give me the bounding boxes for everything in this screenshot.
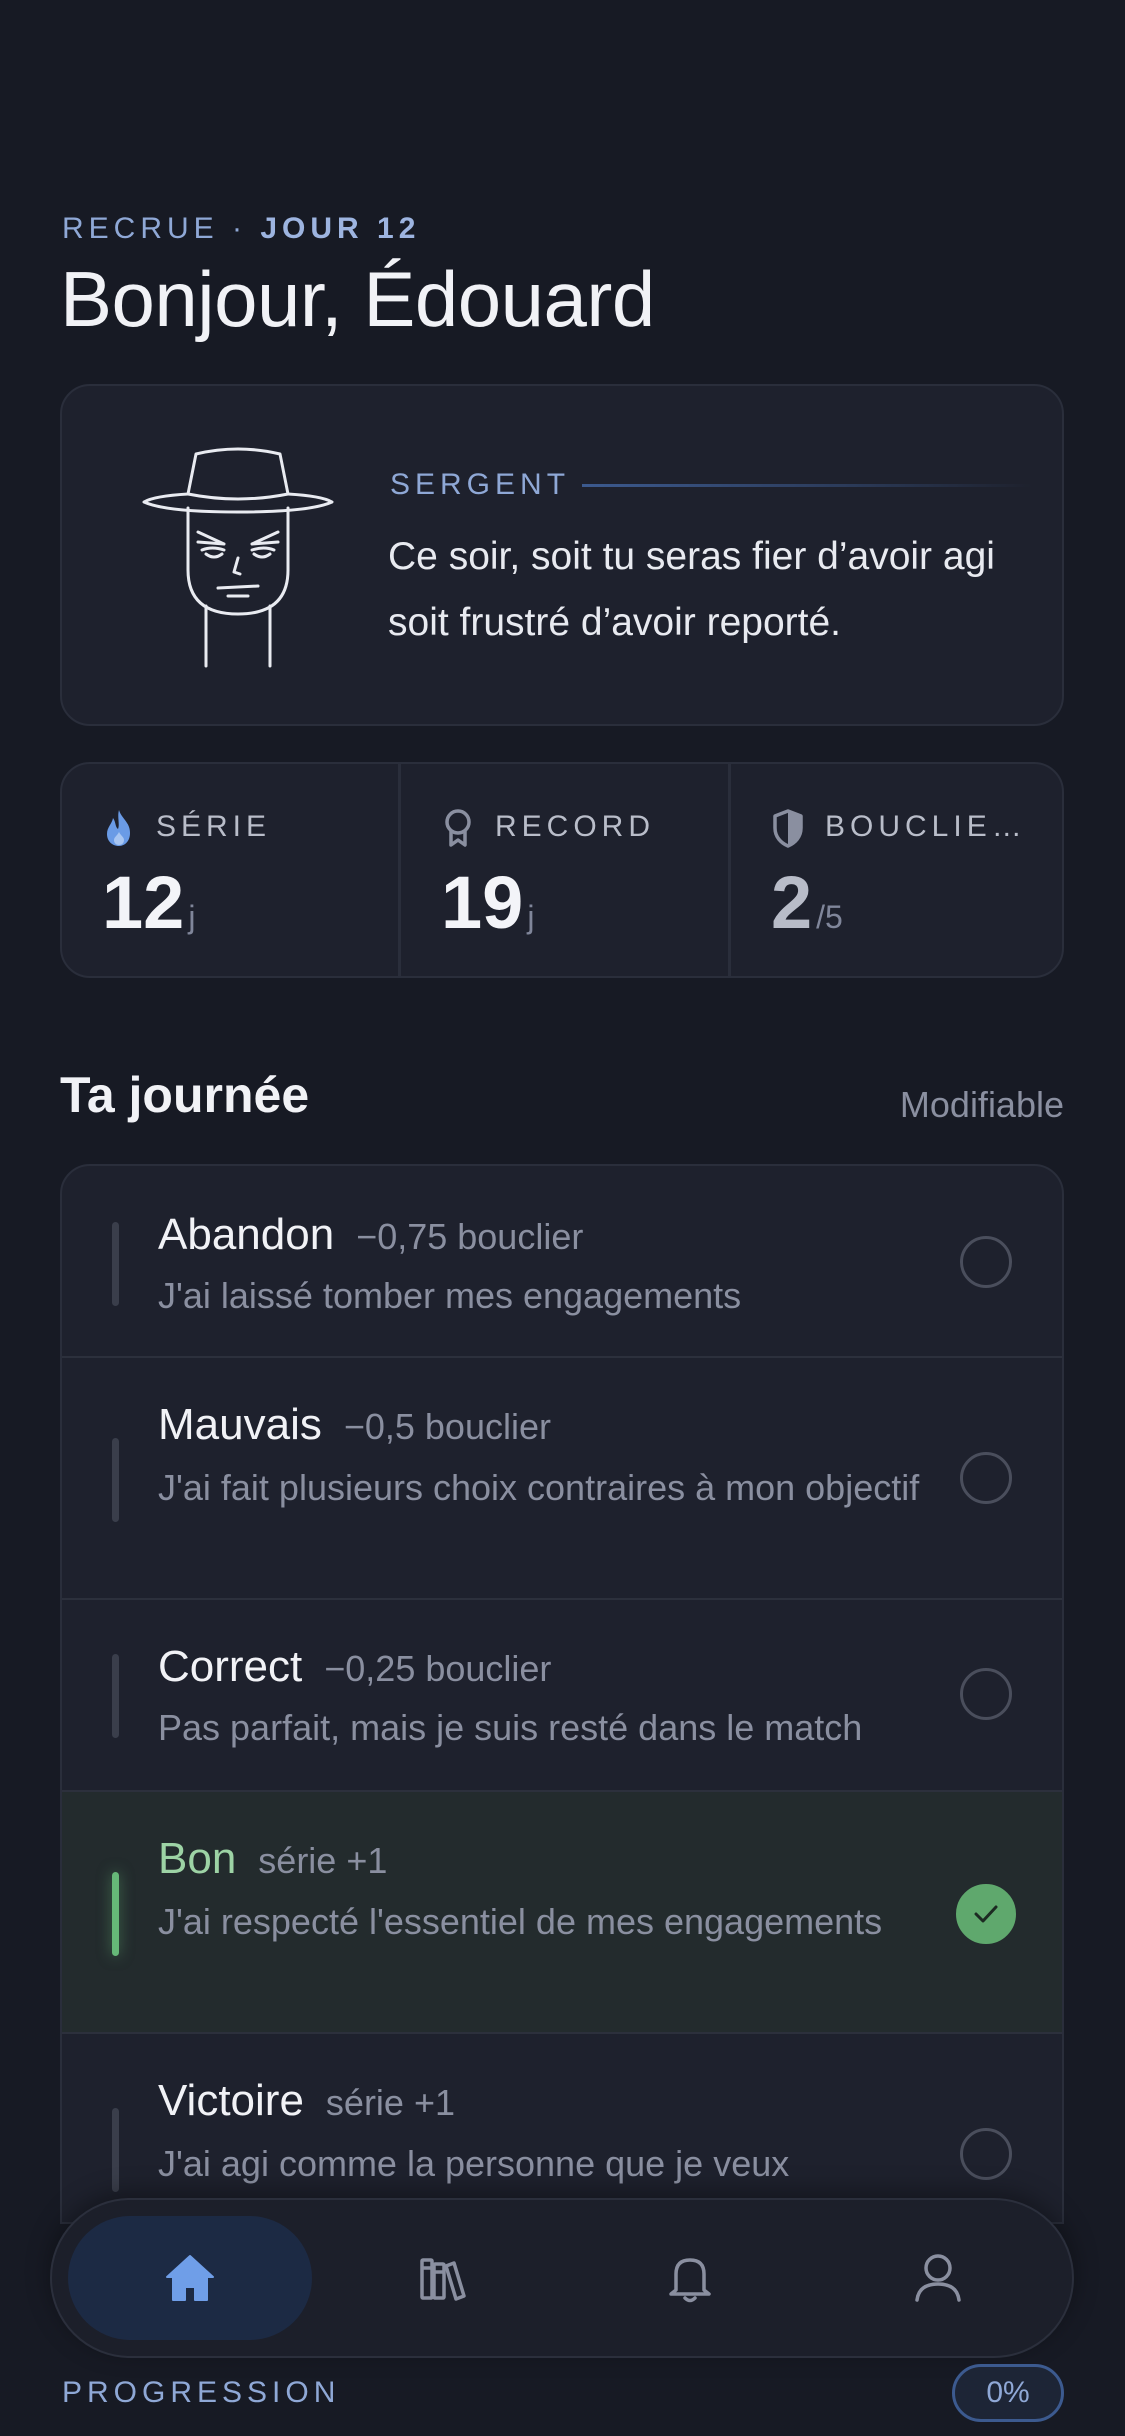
option-radio[interactable] <box>960 2128 1012 2180</box>
option-title-row: Abandon −0,75 bouclier <box>158 1210 583 1260</box>
sergent-divider <box>582 484 1032 487</box>
progress-percentage-badge: 0% <box>952 2364 1064 2422</box>
sergent-label: SERGENT <box>390 468 571 501</box>
option-abandon[interactable]: Abandon −0,75 bouclier J'ai laissé tomber… <box>62 1166 1062 1358</box>
option-radio[interactable] <box>960 1452 1012 1504</box>
stat-streak: SÉRIE 12 j <box>62 764 398 976</box>
option-title: Mauvais <box>158 1400 322 1449</box>
stat-streak-unit: j <box>188 899 196 935</box>
stat-streak-number: 12 <box>102 861 185 944</box>
stat-record: RECORD 19 j <box>398 764 728 976</box>
sergent-quote: Ce soir, soit tu seras fier d’avoir agi … <box>388 535 995 644</box>
option-title: Abandon <box>158 1210 335 1259</box>
option-title-row: Mauvais −0,5 bouclier <box>158 1400 551 1450</box>
greeting-title: Bonjour, Édouard <box>60 255 655 343</box>
stat-shields: BOUCLIE… 2/5 <box>728 764 1062 976</box>
stat-shields-label: BOUCLIE… <box>825 810 1027 843</box>
option-title: Correct <box>158 1642 303 1691</box>
option-indicator-bar <box>112 1654 119 1738</box>
eyebrow-separator: · <box>218 212 261 245</box>
option-indicator-bar <box>112 1872 119 1956</box>
option-description: Pas parfait, mais je suis resté dans le … <box>158 1707 863 1748</box>
option-mauvais[interactable]: Mauvais −0,5 bouclier J'ai fait plusieurs… <box>62 1358 1062 1600</box>
stat-record-unit: j <box>527 899 535 935</box>
option-bon[interactable]: Bon série +1 J'ai respecté l'essentiel de… <box>62 1792 1062 2034</box>
day-rating-list: Abandon −0,75 bouclier J'ai laissé tomber… <box>60 1164 1064 2224</box>
option-meta: −0,25 bouclier <box>324 1648 552 1689</box>
sergent-card: SERGENT Ce soir, soit tu seras fier d’av… <box>60 384 1064 726</box>
option-meta: −0,5 bouclier <box>343 1406 551 1447</box>
option-description: J'ai fait plusieurs choix contraires à m… <box>158 1467 920 1508</box>
option-description: J'ai laissé tomber mes engagements <box>158 1275 742 1316</box>
option-victoire[interactable]: Victoire série +1 J'ai agi comme la perso… <box>62 2034 1062 2222</box>
option-radio[interactable] <box>960 1668 1012 1720</box>
day-label: JOUR 12 <box>260 212 421 245</box>
option-title-row: Bon série +1 <box>158 1834 387 1884</box>
option-title: Victoire <box>158 2076 304 2125</box>
option-indicator-bar <box>112 1222 119 1306</box>
option-radio-checked[interactable] <box>956 1884 1016 1944</box>
home-icon <box>166 2255 214 2301</box>
stat-shields-number: 2 <box>771 861 813 944</box>
flame-icon <box>107 810 130 846</box>
stat-shields-value: 2/5 <box>771 860 843 945</box>
option-indicator-bar <box>112 1438 119 1522</box>
sergeant-portrait-icon <box>142 447 334 668</box>
tab-notifications[interactable] <box>568 2216 812 2340</box>
rank-label: RECRUE <box>62 212 219 245</box>
stat-record-number: 19 <box>441 861 524 944</box>
stats-card: SÉRIE 12 j RECORD 19 j BOUCLIE… 2/5 <box>60 762 1064 978</box>
profile-icon <box>915 2254 961 2302</box>
option-radio[interactable] <box>960 1236 1012 1288</box>
day-section-title: Ta journée <box>60 1067 310 1123</box>
progress-label: PROGRESSION <box>62 2376 341 2409</box>
rank-day-eyebrow: RECRUE · JOUR 12 <box>62 212 420 246</box>
option-title-row: Victoire série +1 <box>158 2076 455 2126</box>
option-description: J'ai agi comme la personne que je veux <box>158 2143 790 2184</box>
option-meta: −0,75 bouclier <box>356 1216 584 1257</box>
option-title: Bon <box>158 1834 237 1883</box>
stat-streak-value: 12 j <box>102 860 195 945</box>
option-indicator-bar <box>112 2108 119 2192</box>
shield-icon <box>773 809 803 848</box>
tab-home[interactable] <box>68 2216 312 2340</box>
option-meta: série +1 <box>325 2082 455 2123</box>
option-meta: série +1 <box>258 1840 388 1881</box>
editable-label: Modifiable <box>899 1084 1064 1125</box>
stat-record-value: 19 j <box>441 860 534 945</box>
bell-icon <box>669 2258 711 2303</box>
books-icon <box>420 2258 466 2301</box>
check-icon <box>974 1905 998 1923</box>
stat-shields-unit: /5 <box>816 899 843 935</box>
stat-record-label: RECORD <box>495 810 656 843</box>
tab-profile[interactable] <box>816 2216 1060 2340</box>
bottom-tab-bar <box>50 2198 1074 2358</box>
option-title-row: Correct −0,25 bouclier <box>158 1642 551 1692</box>
tab-library[interactable] <box>320 2216 564 2340</box>
option-description: J'ai respecté l'essentiel de mes engagem… <box>158 1901 883 1942</box>
option-correct[interactable]: Correct −0,25 bouclier Pas parfait, mais … <box>62 1600 1062 1792</box>
stat-streak-label: SÉRIE <box>156 810 272 843</box>
home-screen: RECRUE · JOUR 12 Bonjour, Édouard SERGEN… <box>0 0 1125 2436</box>
medal-icon <box>445 809 471 847</box>
